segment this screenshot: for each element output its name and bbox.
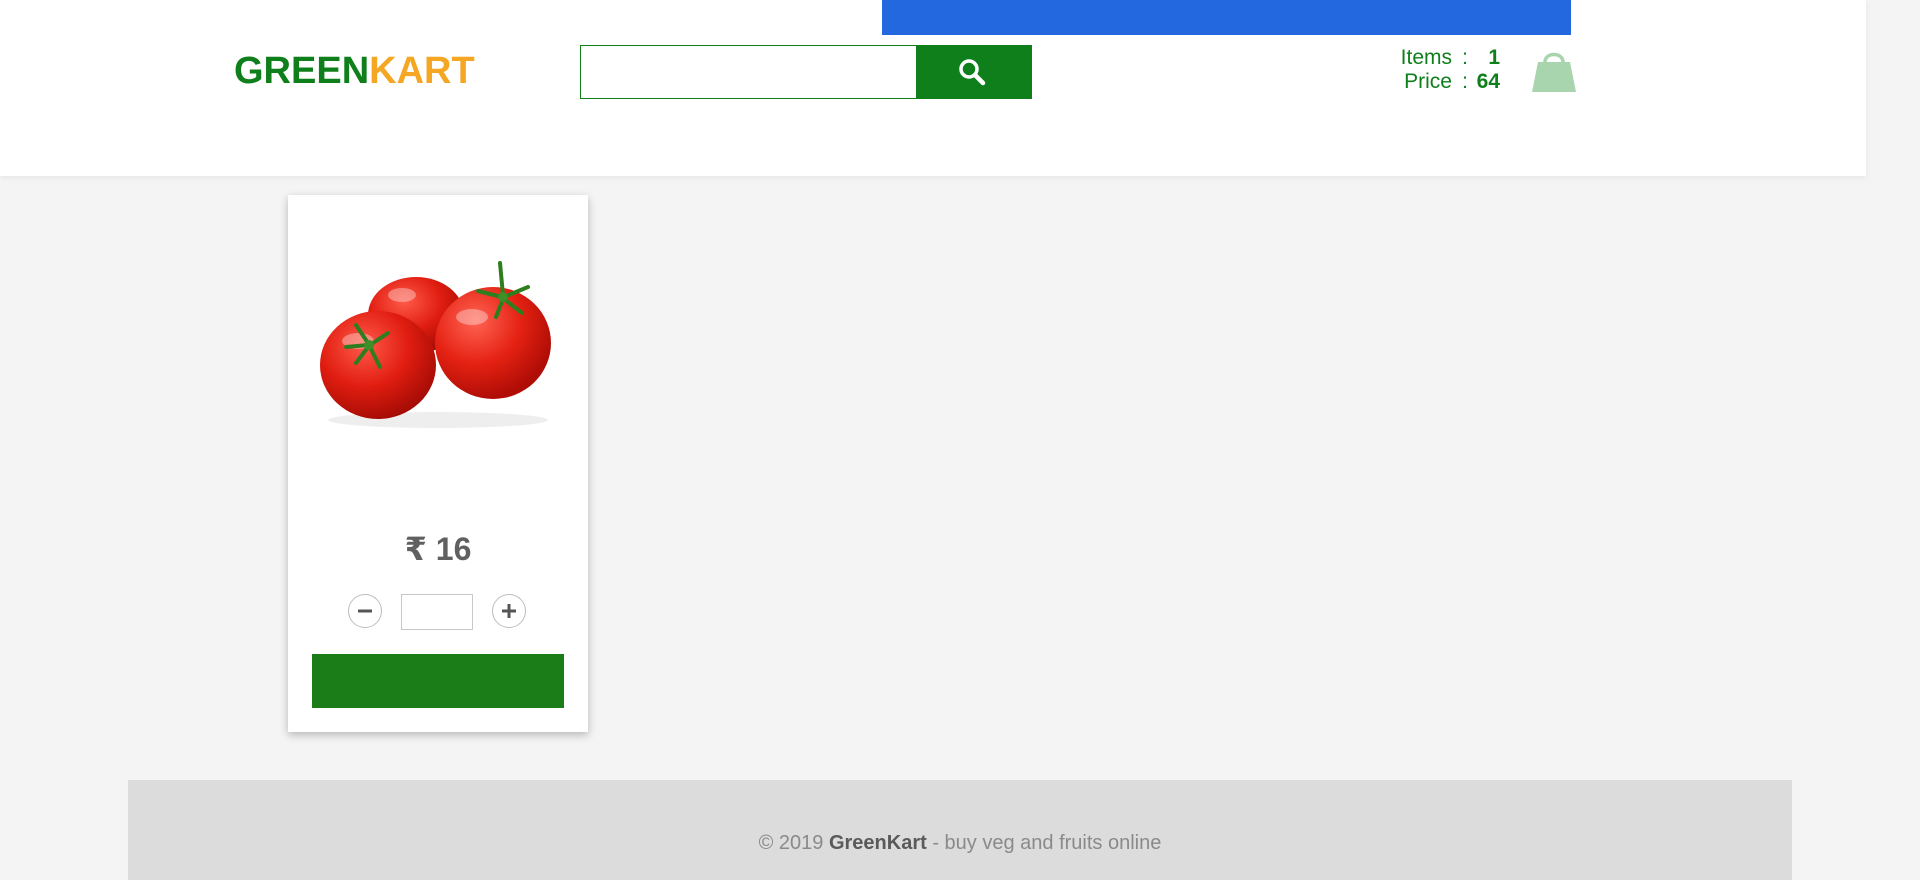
footer-copyright: © 2019 <box>758 832 824 854</box>
search-bar <box>580 45 1032 99</box>
cart-summary: Items : 1 Price : 64 <box>1380 46 1504 94</box>
cart-items-separator: : <box>1462 46 1468 69</box>
quantity-input[interactable] <box>401 594 473 630</box>
footer-text: © 2019 GreenKart - buy veg and fruits on… <box>128 832 1792 855</box>
cart-items-label: Items <box>1400 46 1452 69</box>
cart-items-row: Items : 1 <box>1380 46 1504 70</box>
cart-price-value: 64 <box>1476 70 1500 93</box>
site-header: GREENKART Items : 1 Price : 64 <box>0 0 1866 176</box>
search-input[interactable] <box>580 45 917 99</box>
product-price: ₹ 16 <box>404 531 472 567</box>
top-banner <box>882 0 1571 35</box>
cart-price-separator: : <box>1462 70 1468 93</box>
add-to-cart-button[interactable] <box>312 654 564 708</box>
cart-items-count: 1 <box>1488 46 1500 69</box>
brand-logo-green: GREEN <box>234 50 370 92</box>
footer-brand: GreenKart <box>828 832 927 854</box>
tomato-image <box>318 255 558 435</box>
brand-logo[interactable]: GREENKART <box>234 50 475 93</box>
increment-button[interactable] <box>492 594 526 628</box>
cart-price-row: Price : 64 <box>1380 70 1504 94</box>
decrement-button[interactable] <box>348 594 382 628</box>
site-footer: © 2019 GreenKart - buy veg and fruits on… <box>128 780 1792 880</box>
cart-bag-icon[interactable] <box>1530 46 1578 94</box>
minus-icon <box>358 609 372 613</box>
brand-logo-kart: KART <box>369 50 475 92</box>
product-card: ₹ 16 <box>288 195 588 732</box>
plus-icon <box>502 604 516 618</box>
search-button[interactable] <box>916 45 1032 99</box>
cart-price-label: Price <box>1404 70 1452 93</box>
footer-tagline: - buy veg and fruits online <box>932 832 1162 854</box>
search-icon <box>959 59 986 86</box>
